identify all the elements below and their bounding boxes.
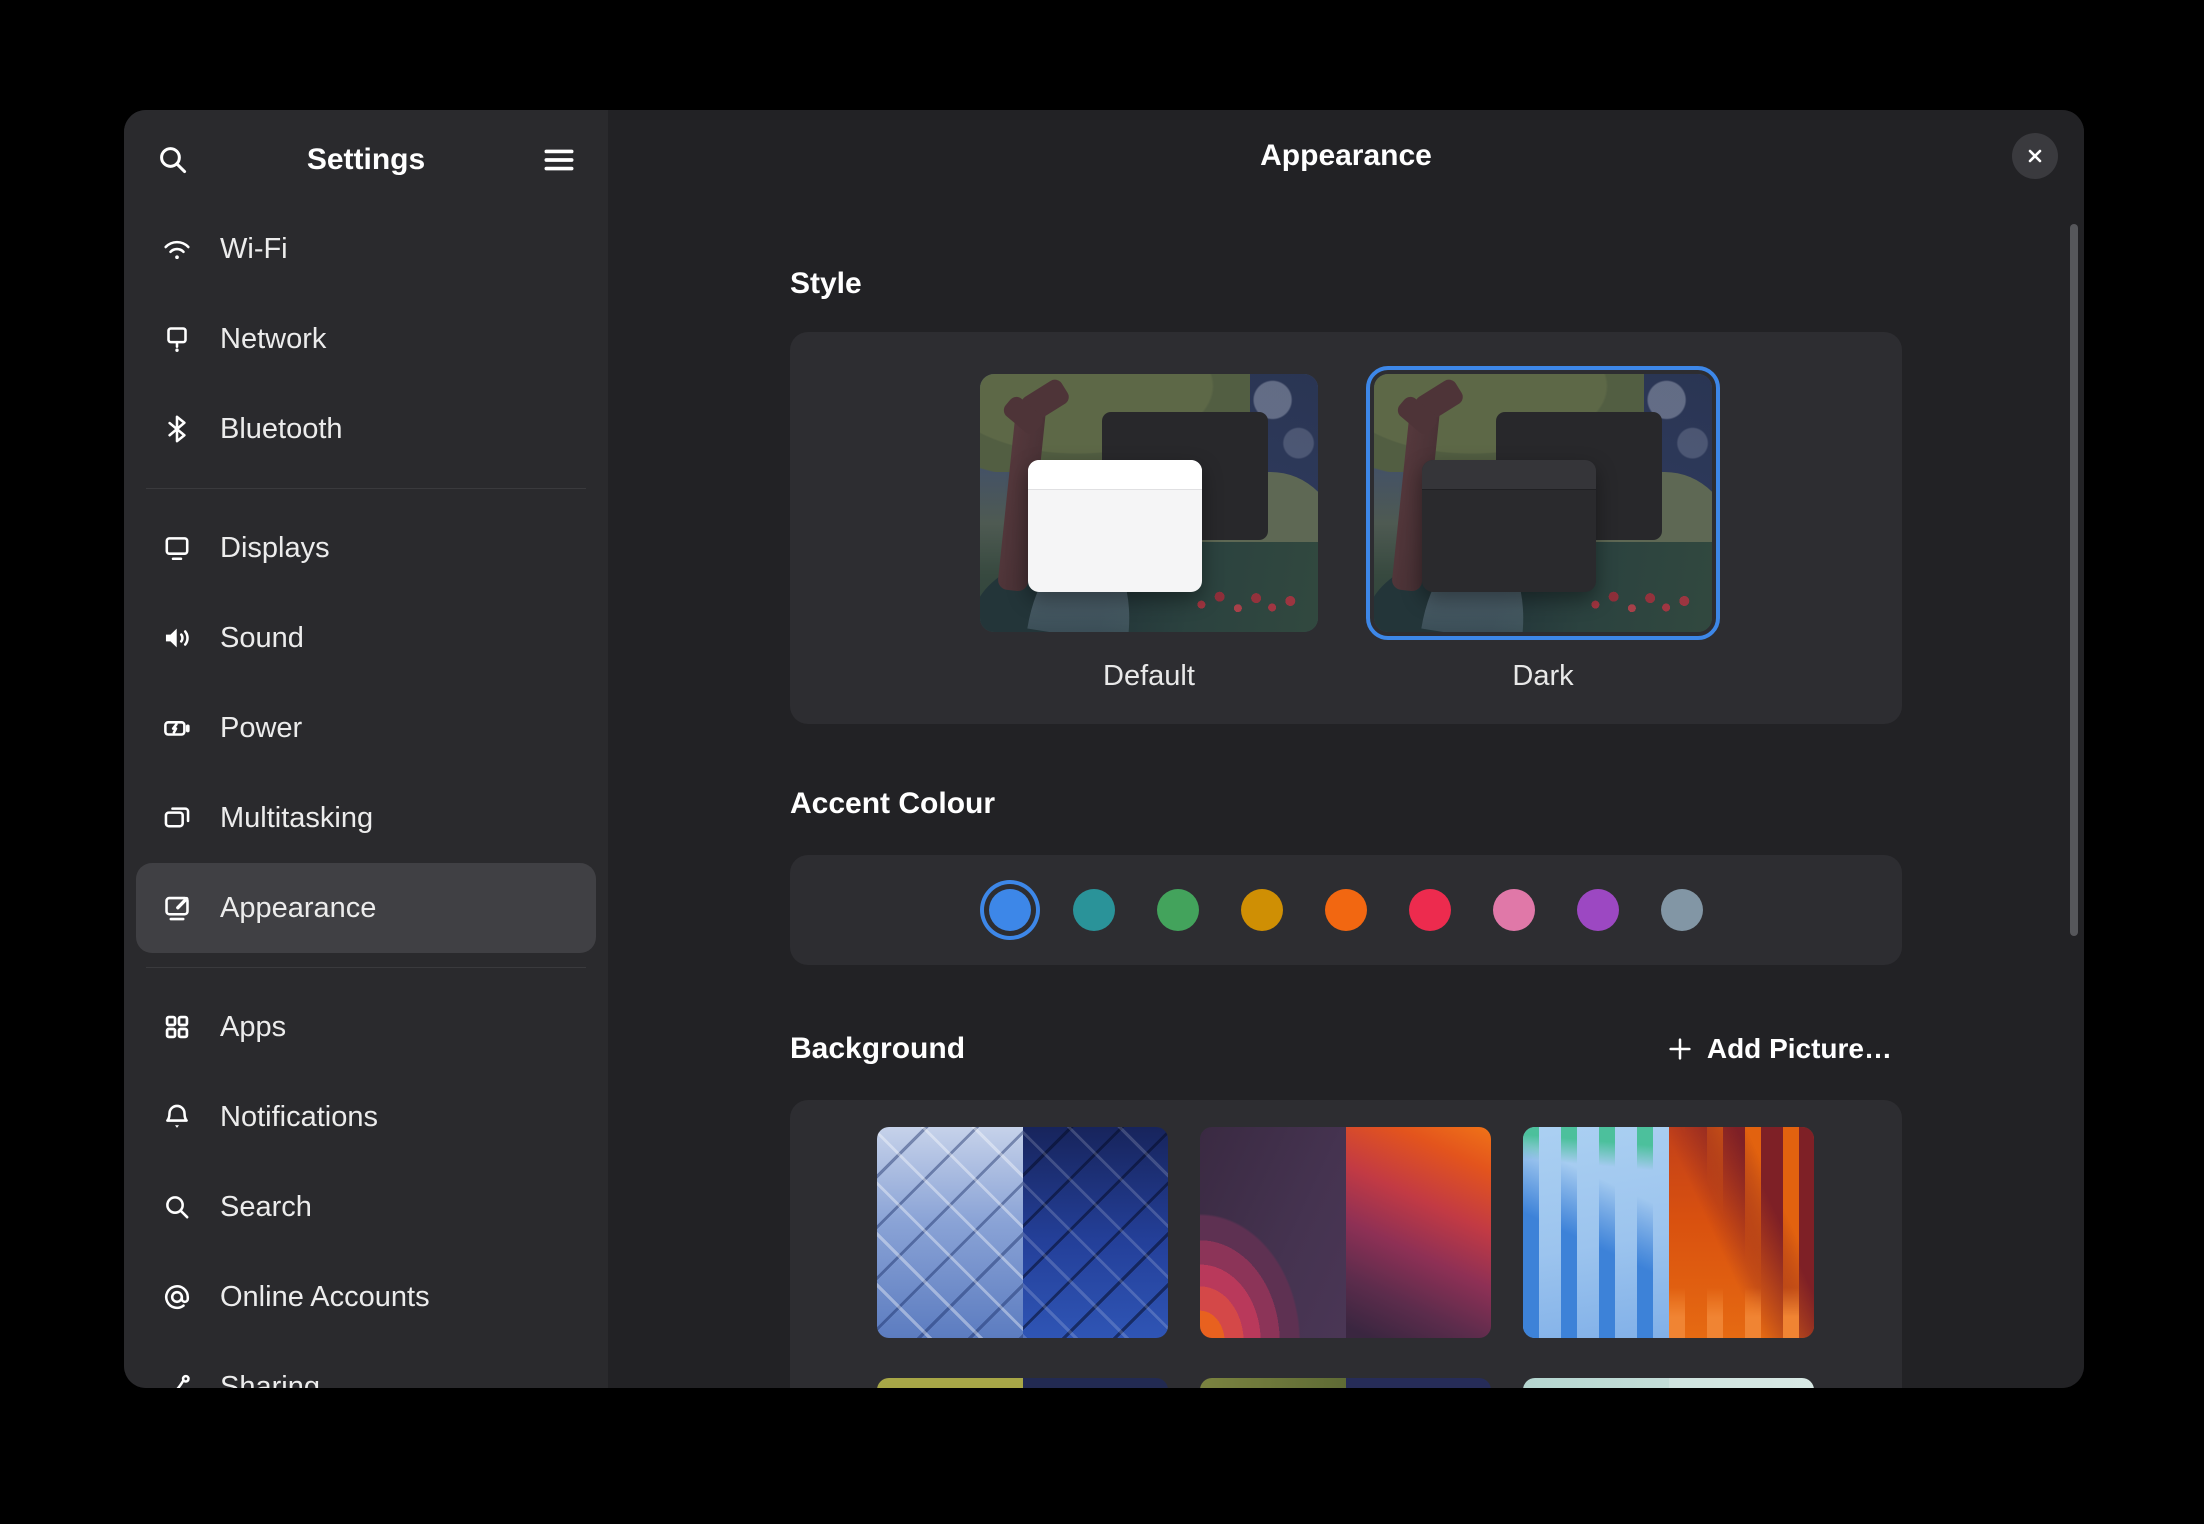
close-icon xyxy=(2023,144,2047,168)
sidebar-item-online-accounts[interactable]: Online Accounts xyxy=(136,1252,596,1342)
style-preview-default xyxy=(980,374,1318,632)
appearance-icon xyxy=(160,891,194,925)
accent-dot-purple[interactable] xyxy=(1577,889,1619,931)
style-option-default[interactable]: Default xyxy=(980,374,1318,724)
accent-dot-blue[interactable] xyxy=(989,889,1031,931)
mock-window-front xyxy=(1028,460,1202,592)
main-content: Style Default xyxy=(608,266,2084,1388)
wifi-icon xyxy=(160,232,194,266)
accent-dot-yellow[interactable] xyxy=(1241,889,1283,931)
accent-dot-green[interactable] xyxy=(1157,889,1199,931)
sidebar-item-network[interactable]: Network xyxy=(136,294,596,384)
accent-dot-red[interactable] xyxy=(1409,889,1451,931)
notifications-icon xyxy=(160,1100,194,1134)
add-picture-button[interactable]: Add Picture… xyxy=(1655,1025,1902,1073)
sidebar-item-label: Apps xyxy=(220,1011,286,1044)
background-section-header: Background Add Picture… xyxy=(790,1027,1902,1071)
background-section-label: Background xyxy=(790,1031,965,1067)
background-card xyxy=(790,1100,1902,1388)
page-title: Appearance xyxy=(1260,139,1432,173)
sidebar-item-label: Online Accounts xyxy=(220,1281,430,1314)
wallpaper-thumbnail-blue-diamonds[interactable] xyxy=(877,1127,1168,1338)
sidebar-item-label: Displays xyxy=(220,532,330,565)
wallpaper-thumbnail-olive-navy[interactable] xyxy=(1200,1378,1491,1388)
sidebar-item-label: Multitasking xyxy=(220,802,373,835)
sidebar-item-notifications[interactable]: Notifications xyxy=(136,1072,596,1162)
style-option-label: Dark xyxy=(1512,660,1573,693)
search-button[interactable] xyxy=(150,137,196,183)
settings-window: Settings Wi-Fi Network Bluetooth xyxy=(124,110,2084,1388)
sidebar-item-apps[interactable]: Apps xyxy=(136,982,596,1072)
displays-icon xyxy=(160,531,194,565)
sidebar-item-appearance[interactable]: Appearance xyxy=(136,863,596,953)
sidebar-item-sharing[interactable]: Sharing xyxy=(136,1342,596,1388)
accent-dot-teal[interactable] xyxy=(1073,889,1115,931)
accent-card xyxy=(790,855,1902,965)
sidebar-item-wifi[interactable]: Wi-Fi xyxy=(136,204,596,294)
sidebar-item-label: Notifications xyxy=(220,1101,378,1134)
sidebar-item-label: Sharing xyxy=(220,1371,320,1389)
close-button[interactable] xyxy=(2012,133,2058,179)
main-header: Appearance xyxy=(608,110,2084,202)
network-icon xyxy=(160,322,194,356)
wallpaper-thumbnail-pale-cyan[interactable] xyxy=(1523,1378,1814,1388)
sidebar-header: Settings xyxy=(136,128,596,192)
wallpaper-thumbnail-blue-orange-drips[interactable] xyxy=(1523,1127,1814,1338)
vertical-scrollbar[interactable] xyxy=(2070,224,2078,936)
wallpaper-grid xyxy=(790,1100,1902,1388)
sharing-icon xyxy=(160,1370,194,1388)
sidebar-title: Settings xyxy=(196,143,536,177)
main-menu-button[interactable] xyxy=(536,137,582,183)
power-icon xyxy=(160,711,194,745)
style-option-label: Default xyxy=(1103,660,1195,693)
sound-icon xyxy=(160,621,194,655)
search-icon xyxy=(160,1190,194,1224)
appearance-panel: Appearance Style xyxy=(608,110,2084,1388)
accent-section-label: Accent Colour xyxy=(790,786,1902,822)
sidebar-item-label: Sound xyxy=(220,622,304,655)
sidebar-item-power[interactable]: Power xyxy=(136,683,596,773)
sidebar-item-search[interactable]: Search xyxy=(136,1162,596,1252)
accent-dot-slate[interactable] xyxy=(1661,889,1703,931)
sidebar-item-label: Appearance xyxy=(220,892,376,925)
online-accounts-icon xyxy=(160,1280,194,1314)
plus-icon xyxy=(1665,1034,1695,1064)
accent-dot-orange[interactable] xyxy=(1325,889,1367,931)
sidebar-item-label: Wi-Fi xyxy=(220,233,288,266)
multitasking-icon xyxy=(160,801,194,835)
hamburger-menu-icon xyxy=(540,141,578,179)
add-picture-label: Add Picture… xyxy=(1707,1033,1892,1065)
sidebar-item-sound[interactable]: Sound xyxy=(136,593,596,683)
sidebar-item-bluetooth[interactable]: Bluetooth xyxy=(136,384,596,474)
wallpaper-thumbnail-purple-orange-waves[interactable] xyxy=(1200,1127,1491,1338)
sidebar-divider xyxy=(146,967,586,968)
sidebar-item-label: Search xyxy=(220,1191,312,1224)
search-icon xyxy=(154,141,192,179)
style-option-dark[interactable]: Dark xyxy=(1374,374,1712,724)
apps-icon xyxy=(160,1010,194,1044)
style-card: Default Dark xyxy=(790,332,1902,724)
accent-dot-pink[interactable] xyxy=(1493,889,1535,931)
sidebar: Settings Wi-Fi Network Bluetooth xyxy=(124,110,608,1388)
sidebar-divider xyxy=(146,488,586,489)
sidebar-item-multitasking[interactable]: Multitasking xyxy=(136,773,596,863)
sidebar-item-label: Power xyxy=(220,712,302,745)
mock-window-front xyxy=(1422,460,1596,592)
sidebar-item-label: Bluetooth xyxy=(220,413,343,446)
wallpaper-thumbnail-meadow-day-night[interactable] xyxy=(877,1378,1168,1388)
style-preview-dark xyxy=(1374,374,1712,632)
sidebar-item-displays[interactable]: Displays xyxy=(136,503,596,593)
sidebar-item-label: Network xyxy=(220,323,326,356)
bluetooth-icon xyxy=(160,412,194,446)
style-section-label: Style xyxy=(790,266,1902,302)
